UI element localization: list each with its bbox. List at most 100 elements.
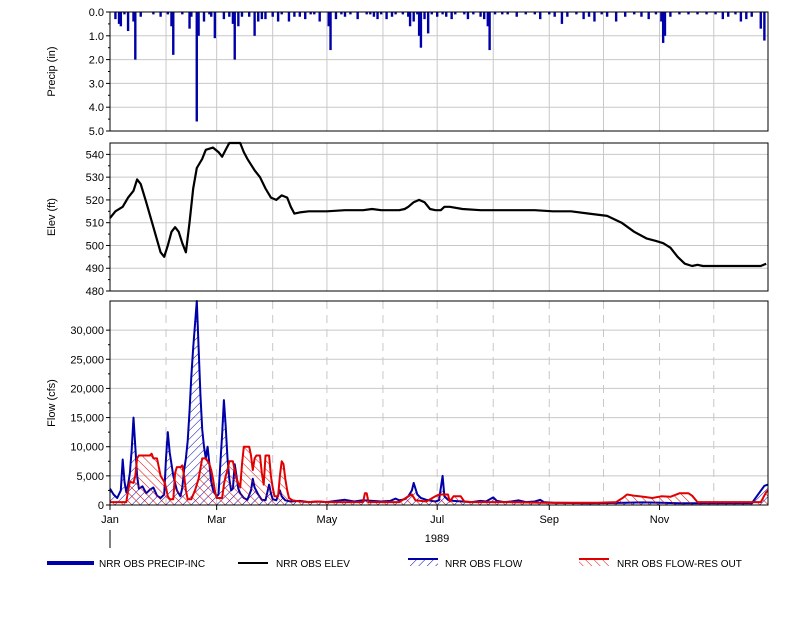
precip-bar [566,12,569,17]
precip-bar [759,12,762,29]
precip-bar [334,12,338,20]
precip-bar [385,12,388,20]
precip-bar [233,12,236,60]
y-tick-label: 480 [86,286,104,298]
elev-panel: 480 490 500 510 520 530 540 Elev (ft) [46,141,769,298]
precip-bar [593,12,596,22]
legend-swatch-res-out [579,559,609,566]
x-tick-label: Sep [539,514,559,526]
y-tick-label: 1.0 [89,31,104,43]
y-tick-label: 2.0 [89,55,104,67]
precip-bar [376,12,379,20]
precip-bar [293,12,296,17]
precip-bar [253,12,256,36]
legend-label-res-out: NRR OBS FLOW-RES OUT [617,559,742,570]
precip-bar [257,12,260,22]
x-tick-label: Nov [650,514,670,526]
precip-bar [750,12,753,17]
precip-bar [721,12,725,20]
precip-bar [134,12,137,60]
precip-bar [343,12,347,17]
x-tick-label: Jul [430,514,444,526]
precip-bar [213,12,217,39]
series-line-0 [109,141,767,268]
precip-bar [582,12,585,20]
legend-label-precip: NRR OBS PRECIP-INC [99,559,205,570]
precip-bar [479,12,482,17]
y-tick-label: 540 [86,149,104,161]
precip-bar [240,12,244,17]
y-tick-label: 15,000 [70,413,104,425]
precip-bar [727,12,730,17]
precip-bar [640,12,643,17]
precip-bar [159,12,162,17]
precip-bar [318,12,321,22]
precip-bar [329,12,332,51]
precip-panel: 0.0 1.0 2.0 3.0 4.0 5.0 Precip (in) [46,7,769,138]
precip-bar [488,12,491,51]
precip-bar [669,12,672,17]
precip-bar [763,12,766,41]
precip-bar [663,12,667,36]
precip-bar [260,12,264,20]
precip-bar [271,12,274,17]
legend-label-elev: NRR OBS ELEV [276,559,350,570]
hydrograph-chart: 0.0 1.0 2.0 3.0 4.0 5.0 Precip (in) 480 490 500 5… [46,7,769,570]
precip-bar [276,12,280,22]
legend-item-elev: NRR OBS ELEV [238,559,350,570]
precip-bar [553,12,556,17]
precip-bar [126,12,130,32]
precip-bar [539,12,542,20]
precip-bar [482,12,486,20]
y-tick-label: 520 [86,195,104,207]
flow-panel: 0 5,000 10,000 15,000 20,000 25,000 30,000 Flow… [46,300,769,548]
y-tick-label: 5.0 [89,126,104,138]
precip-bar [647,12,650,20]
y-tick-label: 0 [98,500,104,512]
legend-item-precip: NRR OBS PRECIP-INC [47,559,205,570]
precip-bar [419,12,423,48]
y-tick-label: 510 [86,218,104,230]
precip-bar [287,12,291,22]
precip-bar [264,12,267,20]
legend-label-flow: NRR OBS FLOW [445,559,523,570]
legend-item-res-out: NRR OBS FLOW-RES OUT [579,558,742,570]
precip-bar [435,12,439,17]
precip-bar [426,12,430,34]
precip-bar [298,12,302,17]
precip-bar [515,12,518,17]
y-tick-label: 3.0 [89,78,104,90]
precip-bar [247,12,251,17]
precip-bar [119,12,123,27]
precip-bar [587,12,591,17]
y-tick-label: 5,000 [76,471,104,483]
precip-bar [237,12,240,27]
precip-bar [466,12,470,20]
panel-frame [109,142,769,292]
y-tick-label: 0.0 [89,7,104,19]
y-axis-label: Flow (cfs) [46,379,58,427]
precip-bar [139,12,142,17]
precip-bar [560,12,564,24]
precip-bar [222,12,226,20]
precip-bar [190,12,193,17]
y-axis-label: Precip (in) [46,46,58,96]
legend-item-flow: NRR OBS FLOW [408,558,523,570]
precip-bar [228,12,231,17]
precip-bar [390,12,394,17]
legend: NRR OBS PRECIP-INC NRR OBS ELEV NRR OBS … [47,558,742,570]
precip-bar [614,12,618,22]
precip-bar [202,12,206,22]
x-tick-label: May [317,514,338,526]
precip-bar [372,12,376,17]
y-tick-label: 530 [86,172,104,184]
x-tick-label: Jan [101,514,119,526]
precip-bar [739,12,743,22]
x-axis-year: 1989 [425,533,449,545]
precip-bar [450,12,453,20]
precip-bar [304,12,307,20]
precip-bar [412,12,415,22]
precip-bar [423,12,426,20]
y-tick-label: 500 [86,240,104,252]
y-tick-label: 490 [86,263,104,275]
